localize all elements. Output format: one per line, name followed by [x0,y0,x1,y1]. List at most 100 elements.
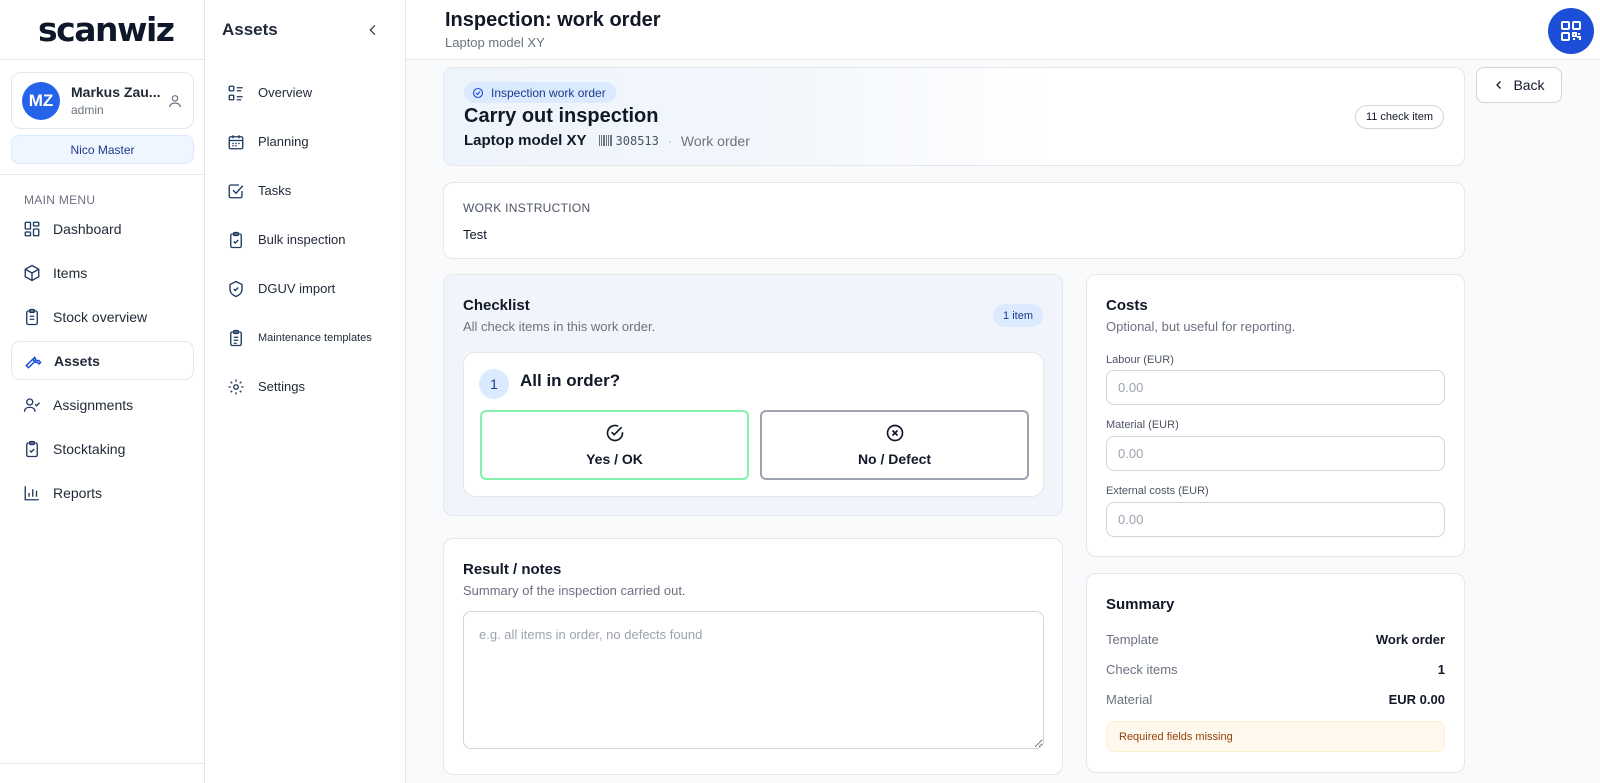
gear-icon [227,378,245,396]
summary-row: Material EUR 0.00 [1106,692,1445,707]
subnav-item-label: Tasks [258,183,292,198]
summary-value: 1 [1437,662,1445,677]
barcode-value: 308513 [615,133,659,148]
material-label: Material (EUR) [1106,419,1179,431]
checklist-count-badge: 1 item [993,304,1043,327]
work-instruction-text: Test [463,227,487,242]
user-card[interactable]: MZ Markus Zau... admin [11,72,194,129]
qr-scan-button[interactable] [1548,8,1594,54]
sidebar-footer-divider [0,763,205,764]
subnav-item-label: Maintenance templates [258,331,372,344]
checklist-subtitle: All check items in this work order. [463,319,656,334]
subnav-item-label: DGUV import [258,281,336,296]
subnav-item-planning[interactable]: Planning [205,117,406,166]
notes-subtitle: Summary of the inspection carried out. [463,583,686,598]
sidebar-item-label: Reports [53,484,103,501]
user-profile-icon[interactable] [167,93,183,109]
main-menu-label: MAIN MENU [24,193,96,207]
sidebar-item-assignments[interactable]: Assignments [11,385,194,424]
notes-textarea[interactable] [463,611,1044,749]
check-circle-icon [472,87,491,99]
avatar: MZ [22,81,60,120]
user-role: admin [71,103,104,117]
summary-card: Summary Template Work order Check items … [1086,573,1465,773]
summary-value: EUR 0.00 [1388,692,1445,707]
cube-icon [23,264,41,282]
checkbox-icon [227,182,245,200]
clipboard-check-icon [227,231,245,249]
user-check-icon [23,396,41,414]
hero-meta: Laptop model XY 308513 · Work order [464,132,750,149]
order-type: Work order [680,132,750,149]
work-instruction-label: WORK INSTRUCTION [463,201,591,215]
sidebar-item-dashboard[interactable]: Dashboard [11,209,194,248]
page-header: Inspection: work order Laptop model XY [406,0,1600,60]
answer-no-button[interactable]: No / Defect [760,410,1029,480]
assets-subnav: Assets Overview Planning Tasks Bulk insp… [205,0,406,783]
calendar-icon [227,133,245,151]
subnav-item-label: Settings [258,379,305,394]
notes-title: Result / notes [463,561,562,578]
sidebar-item-label: Assignments [53,396,134,413]
material-input[interactable] [1106,436,1445,471]
main-sidebar: scanwiz MZ Markus Zau... admin Nico Mast… [0,0,205,783]
sidebar-divider [0,174,205,175]
sidebar-item-stock-overview[interactable]: Stock overview [11,297,194,336]
answer-yes-label: Yes / OK [586,451,643,467]
summary-value: Work order [1375,632,1445,647]
asset-barcode: 308513 [598,133,659,148]
check-item-question: All in order? [520,371,621,390]
subnav-item-label: Bulk inspection [258,232,346,247]
summary-title: Summary [1106,596,1175,613]
main-menu: Dashboard Items Stock overview Assets As… [11,209,194,517]
sidebar-item-assets[interactable]: Assets [11,341,194,380]
back-button[interactable]: Back [1476,67,1562,103]
sidebar-item-reports[interactable]: Reports [11,473,194,512]
external-costs-input[interactable] [1106,502,1445,537]
subnav-item-maintenance-templates[interactable]: Maintenance templates [205,313,406,362]
summary-key: Check items [1106,662,1178,677]
summary-row: Template Work order [1106,632,1445,647]
labour-input[interactable] [1106,370,1445,405]
inspection-badge-label: Inspection work order [491,85,606,100]
checklist-title: Checklist [463,297,530,314]
result-notes-card: Result / notes Summary of the inspection… [443,538,1063,775]
inspection-hero-card: Inspection work order Carry out inspecti… [443,67,1465,166]
check-item-number: 1 [479,369,509,399]
subnav-item-settings[interactable]: Settings [205,362,406,411]
org-switch-button[interactable]: Nico Master [11,135,194,164]
labour-label: Labour (EUR) [1106,354,1174,366]
page-subtitle: Laptop model XY [445,35,545,50]
work-instruction-card: WORK INSTRUCTION Test [443,182,1465,259]
costs-title: Costs [1106,297,1148,314]
answer-yes-button[interactable]: Yes / OK [480,410,749,480]
sidebar-item-label: Dashboard [53,220,122,237]
required-fields-warning: Required fields missing [1106,721,1445,752]
qr-code-icon [1559,19,1583,43]
subnav-item-bulk-inspection[interactable]: Bulk inspection [205,215,406,264]
x-circle-icon [885,423,905,451]
subnav-item-overview[interactable]: Overview [205,68,406,117]
wrench-icon [24,352,42,370]
checklist-card: Checklist All check items in this work o… [443,274,1063,516]
sidebar-item-stocktaking[interactable]: Stocktaking [11,429,194,468]
bar-chart-icon [23,484,41,502]
chevron-left-icon[interactable] [365,22,381,38]
sidebar-item-items[interactable]: Items [11,253,194,292]
subnav-title: Assets [222,20,278,39]
user-name: Markus Zau... [71,84,161,100]
shield-check-icon [227,280,245,298]
meta-separator: · [667,133,672,148]
costs-subtitle: Optional, but useful for reporting. [1106,319,1296,334]
dashboard-icon [23,220,41,238]
costs-card: Costs Optional, but useful for reporting… [1086,274,1465,557]
subnav-item-dguv-import[interactable]: DGUV import [205,264,406,313]
check-circle-icon [605,423,625,451]
clipboard-check-icon [23,440,41,458]
sidebar-item-label: Assets [54,352,100,369]
page-title: Inspection: work order [445,9,661,31]
subnav-item-tasks[interactable]: Tasks [205,166,406,215]
logo[interactable]: scanwiz [0,0,204,60]
check-item: 1 All in order? Yes / OK No / Defect [463,352,1044,497]
back-button-label: Back [1513,77,1545,93]
